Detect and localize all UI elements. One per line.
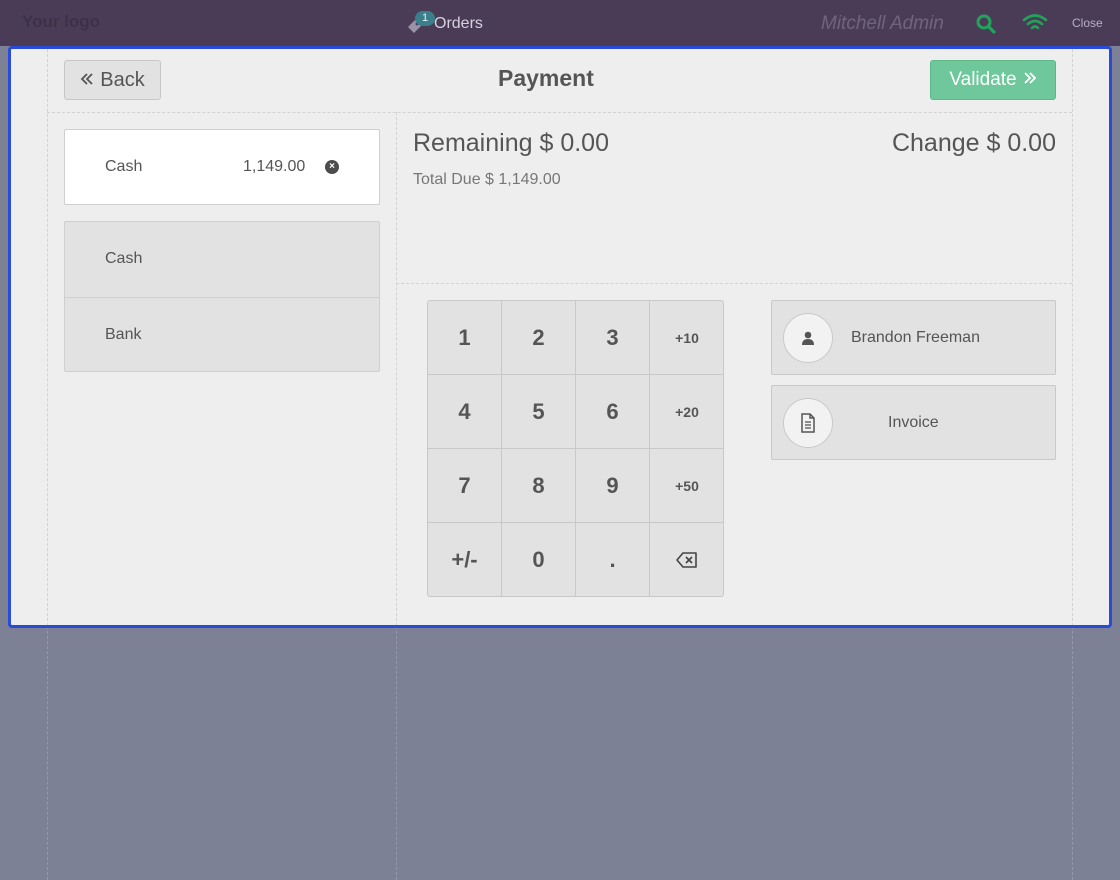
divider	[396, 112, 397, 625]
numpad-key-decimal[interactable]: .	[576, 523, 650, 596]
numpad-key-7[interactable]: 7	[428, 449, 502, 523]
numpad-key-1[interactable]: 1	[428, 301, 502, 375]
numpad-key-9[interactable]: 9	[576, 449, 650, 523]
divider	[396, 283, 1072, 284]
orders-button[interactable]: 1 Orders	[404, 10, 483, 38]
back-label: Back	[100, 68, 145, 91]
remaining-value: $ 0.00	[539, 129, 609, 157]
total-due-label: Total Due	[413, 171, 481, 188]
orders-label: Orders	[434, 15, 483, 32]
double-chevron-right-icon	[1023, 69, 1037, 91]
total-due: Total Due $ 1,149.00	[413, 171, 561, 189]
payment-method-cash[interactable]: Cash	[65, 222, 379, 297]
divider	[47, 112, 1072, 113]
wifi-icon	[1022, 14, 1048, 37]
divider	[1072, 49, 1073, 625]
customer-button[interactable]: Brandon Freeman	[771, 300, 1056, 375]
numpad-key-6[interactable]: 6	[576, 375, 650, 449]
total-due-value: $ 1,149.00	[485, 171, 561, 188]
orders-count-badge: 1	[415, 11, 436, 26]
user-icon	[783, 313, 833, 363]
invoice-label: Invoice	[888, 414, 939, 431]
delete-line-icon[interactable]: ×	[325, 160, 339, 174]
numpad-key-8[interactable]: 8	[502, 449, 576, 523]
payment-line[interactable]: Cash 1,149.00 ×	[64, 129, 380, 205]
numpad: 1 2 3 +10 4 5 6 +20 7 8 9 +50 +/- 0 .	[427, 300, 724, 597]
payment-screen: Back Payment Validate Cash 1,149.00 × Ca…	[8, 46, 1112, 628]
invoice-button[interactable]: Invoice	[771, 385, 1056, 460]
user-name[interactable]: Mitchell Admin	[821, 13, 944, 35]
company-logo: Your logo	[22, 12, 101, 31]
numpad-key-2[interactable]: 2	[502, 301, 576, 375]
numpad-key-plus-minus[interactable]: +/-	[428, 523, 502, 596]
close-button[interactable]: Close	[1072, 16, 1103, 30]
payment-method-label: Bank	[105, 326, 142, 343]
change-amount: Change $ 0.00	[892, 129, 1056, 158]
double-chevron-left-icon	[80, 69, 94, 92]
backspace-icon[interactable]	[650, 523, 723, 596]
numpad-key-4[interactable]: 4	[428, 375, 502, 449]
numpad-key-plus-10[interactable]: +10	[650, 301, 723, 375]
numpad-key-5[interactable]: 5	[502, 375, 576, 449]
background-divider	[1072, 626, 1073, 880]
customer-name: Brandon Freeman	[851, 329, 980, 346]
divider	[47, 49, 48, 625]
background-divider	[396, 626, 397, 880]
payment-method-bank[interactable]: Bank	[65, 297, 379, 372]
validate-label: Validate	[949, 69, 1017, 90]
change-value: $ 0.00	[986, 129, 1056, 157]
payment-line-amount: 1,149.00	[243, 158, 306, 175]
search-icon[interactable]	[976, 14, 996, 39]
ticket-icon: 1	[404, 11, 436, 37]
change-label: Change	[891, 129, 980, 157]
payment-methods-list: Cash Bank	[64, 221, 380, 372]
back-button[interactable]: Back	[64, 60, 161, 100]
remaining-amount: Remaining $ 0.00	[413, 129, 609, 158]
page-title: Payment	[498, 65, 594, 91]
numpad-key-0[interactable]: 0	[502, 523, 576, 596]
numpad-key-3[interactable]: 3	[576, 301, 650, 375]
background-divider	[47, 626, 48, 880]
remaining-label: Remaining	[413, 129, 533, 157]
document-icon	[783, 398, 833, 448]
validate-button[interactable]: Validate	[930, 60, 1056, 100]
payment-method-label: Cash	[105, 250, 143, 267]
numpad-key-plus-50[interactable]: +50	[650, 449, 723, 523]
numpad-key-plus-20[interactable]: +20	[650, 375, 723, 449]
top-navbar: Your logo 1 Orders Mitchell Admin Close	[0, 0, 1120, 46]
payment-line-method: Cash	[105, 158, 143, 175]
